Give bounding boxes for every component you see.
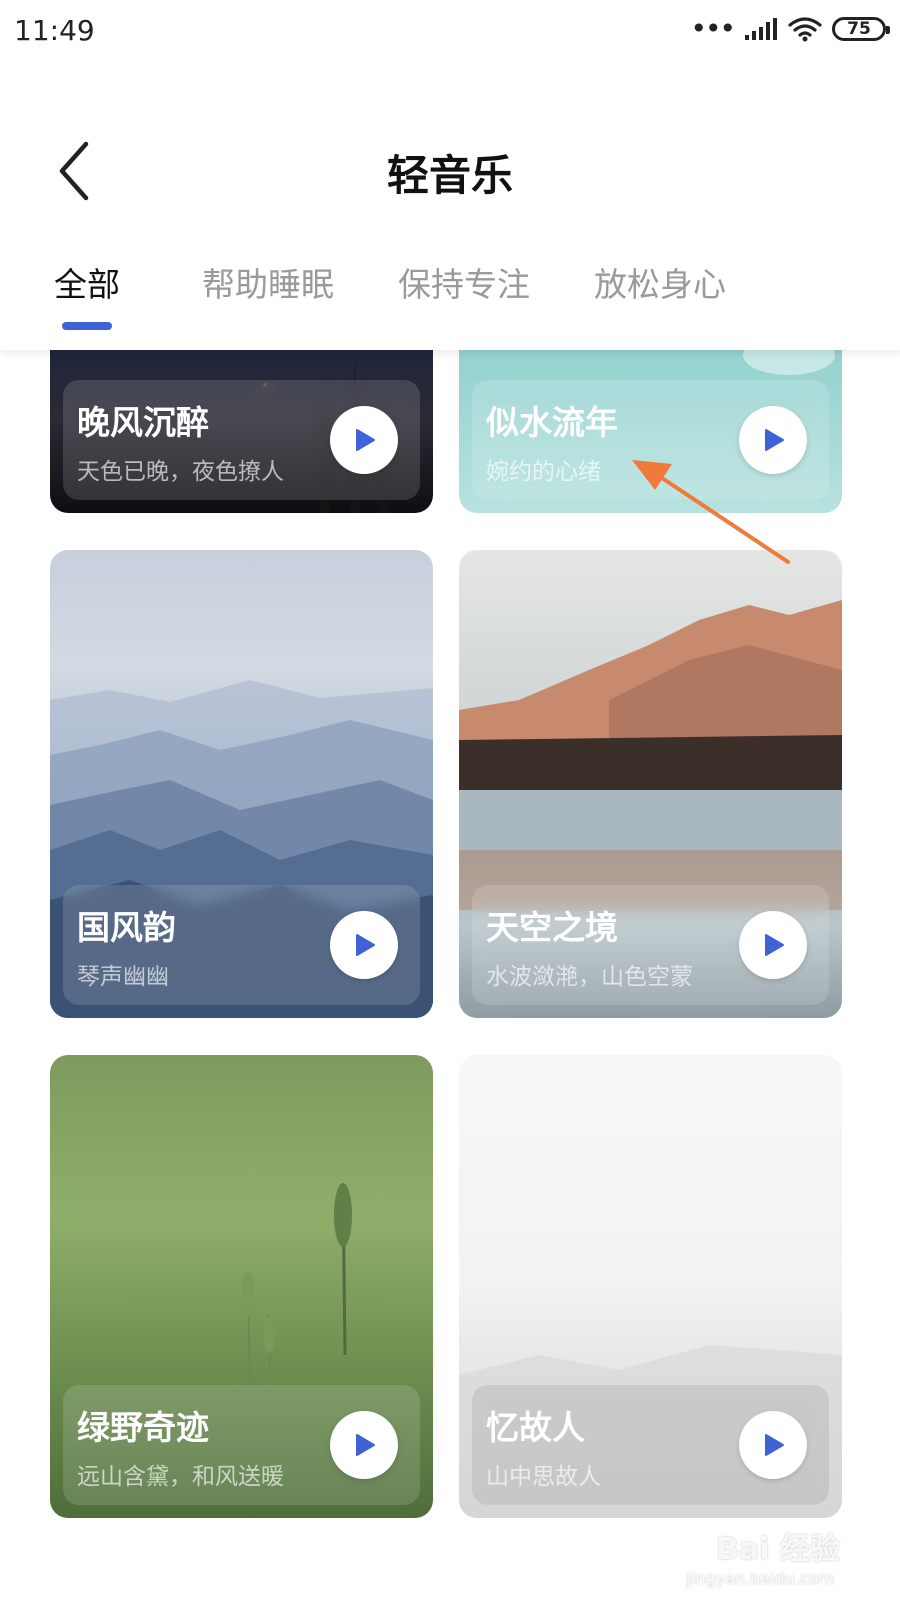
card-subtitle: 水波潋滟，山色空蒙 bbox=[486, 964, 693, 990]
category-tabs: 全部 帮助睡眠 保持专注 放松身心 bbox=[0, 240, 900, 350]
card-info-panel: 天空之境 水波潋滟，山色空蒙 bbox=[472, 885, 829, 1005]
card-info-panel: 忆故人 山中思故人 bbox=[472, 1385, 829, 1505]
play-button[interactable] bbox=[330, 1411, 398, 1479]
card-subtitle: 天色已晚，夜色撩人 bbox=[77, 459, 284, 485]
tab-all[interactable]: 全部 bbox=[54, 258, 120, 306]
tab-focus[interactable]: 保持专注 bbox=[398, 258, 530, 306]
tab-relax[interactable]: 放松身心 bbox=[594, 258, 726, 306]
card-title: 似水流年 bbox=[486, 403, 618, 442]
battery-level: 75 bbox=[847, 19, 871, 39]
watermark-url: jingyan.baidu.com bbox=[686, 1569, 834, 1588]
play-icon bbox=[356, 429, 375, 451]
card-info-panel: 晚风沉醉 天色已晚，夜色撩人 bbox=[63, 380, 420, 500]
music-card[interactable]: 绿野奇迹 远山含黛，和风送暖 bbox=[50, 1055, 433, 1518]
card-subtitle: 婉约的心绪 bbox=[486, 459, 601, 485]
music-card[interactable]: 国风韵 琴声幽幽 bbox=[50, 550, 433, 1018]
music-card[interactable]: 似水流年 婉约的心绪 bbox=[459, 350, 842, 513]
status-bar: 11:49 ••• 75 bbox=[0, 0, 900, 62]
card-subtitle: 远山含黛，和风送暖 bbox=[77, 1464, 284, 1490]
play-icon bbox=[356, 934, 375, 956]
card-title: 国风韵 bbox=[77, 908, 176, 947]
play-icon bbox=[765, 1434, 784, 1456]
card-title: 忆故人 bbox=[486, 1408, 585, 1447]
header: 轻音乐 bbox=[0, 110, 900, 230]
play-button[interactable] bbox=[739, 1411, 807, 1479]
card-subtitle: 山中思故人 bbox=[486, 1464, 601, 1490]
status-icons: ••• 75 bbox=[690, 12, 890, 45]
play-button[interactable] bbox=[739, 911, 807, 979]
play-icon bbox=[765, 934, 784, 956]
card-info-panel: 似水流年 婉约的心绪 bbox=[472, 380, 829, 500]
more-dots-icon: ••• bbox=[690, 12, 736, 45]
music-card-grid: 晚风沉醉 天色已晚，夜色撩人 似水流年 婉约的心绪 国风韵 琴声幽幽 天空之境 … bbox=[0, 350, 900, 1600]
music-card[interactable]: 晚风沉醉 天色已晚，夜色撩人 bbox=[50, 350, 433, 513]
card-title: 天空之境 bbox=[486, 908, 618, 947]
play-button[interactable] bbox=[330, 406, 398, 474]
play-icon bbox=[765, 429, 784, 451]
card-title: 绿野奇迹 bbox=[77, 1408, 209, 1447]
page-title: 轻音乐 bbox=[386, 151, 513, 200]
music-card[interactable]: 天空之境 水波潋滟，山色空蒙 bbox=[459, 550, 842, 1018]
status-time: 11:49 bbox=[14, 14, 95, 47]
music-card[interactable]: 忆故人 山中思故人 bbox=[459, 1055, 842, 1518]
play-button[interactable] bbox=[739, 406, 807, 474]
play-icon bbox=[356, 1434, 375, 1456]
card-info-panel: 绿野奇迹 远山含黛，和风送暖 bbox=[63, 1385, 420, 1505]
cell-signal-icon bbox=[745, 18, 777, 40]
wifi-icon bbox=[788, 17, 822, 42]
play-button[interactable] bbox=[330, 911, 398, 979]
active-tab-indicator bbox=[62, 322, 112, 330]
tab-sleep[interactable]: 帮助睡眠 bbox=[202, 258, 334, 306]
battery-icon: 75 bbox=[832, 17, 890, 41]
card-subtitle: 琴声幽幽 bbox=[77, 964, 169, 990]
card-info-panel: 国风韵 琴声幽幽 bbox=[63, 885, 420, 1005]
card-title: 晚风沉醉 bbox=[77, 403, 209, 442]
watermark-logo: Bai 经验 bbox=[716, 1532, 840, 1567]
